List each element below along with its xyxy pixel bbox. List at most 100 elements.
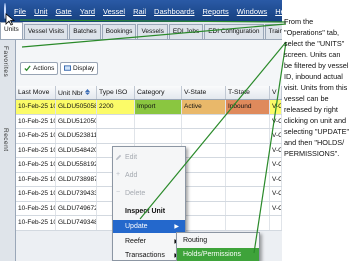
menu-item-add[interactable]: + Add [113, 169, 185, 182]
table-cell: 10-Feb-25 1020 [16, 143, 56, 157]
table-cell: 10-Feb-25 1022 [16, 187, 56, 201]
menu-reports[interactable]: Reports [198, 7, 232, 16]
menu-item-transactions-label: Transactions [125, 252, 165, 259]
instruction-annotation: From the "Operations" tab, select the "U… [284, 17, 350, 158]
table-cell: GLDU7493487 [56, 216, 97, 230]
table-row[interactable]: 10-Feb-25 1018GLDU5120503 V-C [16, 114, 282, 129]
favorites-tab[interactable]: Favorites [2, 46, 9, 77]
menu-rail[interactable]: Rail [129, 7, 150, 16]
table-cell [182, 201, 226, 215]
col-last-move[interactable]: Last Move [16, 86, 56, 99]
table-cell: V-C [270, 201, 282, 215]
menu-file[interactable]: File [10, 7, 30, 16]
table-cell [97, 114, 135, 128]
table-cell: 10-Feb-25 1021 [16, 216, 56, 230]
table-cell: GLDU5120503 [56, 114, 97, 128]
menu-windows[interactable]: Windows [233, 7, 271, 16]
table-cell: 10-Feb-25 1018 [16, 129, 56, 143]
table-cell [226, 172, 270, 186]
col-v-state[interactable]: V-State [182, 86, 226, 99]
menu-dashboards[interactable]: Dashboards [150, 7, 198, 16]
col-v[interactable]: V [270, 86, 282, 99]
table-cell: Active [182, 100, 226, 114]
plus-icon: + [116, 171, 121, 178]
tab-units[interactable]: Units [0, 22, 23, 39]
submenu-arrow-icon: ▶ [174, 224, 179, 230]
table-cell: V-C [270, 143, 282, 157]
table-cell: Inbound [226, 100, 270, 114]
table-cell: 10-Feb-25 1019 [16, 158, 56, 172]
table-cell: V-C [270, 172, 282, 186]
display-button[interactable]: Display [60, 62, 99, 75]
minus-icon: − [116, 189, 121, 196]
tab-train-visits[interactable]: Train Visits [264, 24, 282, 39]
table-cell: GLDU5581927 [56, 158, 97, 172]
tab-bookings[interactable]: Bookings [101, 24, 137, 39]
tab-edi-jobs[interactable]: EDI Jobs [168, 24, 204, 39]
table-cell [226, 201, 270, 215]
table-cell [270, 216, 282, 230]
side-panel: Favorites Recent [0, 40, 16, 261]
menu-item-reefer-label: Reefer [125, 238, 147, 245]
table-row[interactable]: 10-Feb-25 1018GLDU5238116 V-C [16, 129, 282, 144]
menu-yard[interactable]: Yard [76, 7, 99, 16]
table-cell: GLDU7389873 [56, 172, 97, 186]
menu-item-reefer[interactable]: Reefer ▶ [113, 235, 185, 248]
table-cell: Import [135, 100, 182, 114]
table-cell [226, 158, 270, 172]
table-cell: 10-Feb-25 1018 [16, 114, 56, 128]
menu-item-edit[interactable]: Edit [113, 151, 185, 164]
pencil-icon [116, 154, 122, 160]
menu-unit[interactable]: Unit [30, 7, 51, 16]
actions-label: Actions [33, 65, 55, 72]
table-cell [226, 114, 270, 128]
table-cell: 10-Feb-25 1018 [16, 201, 56, 215]
tab-vessel-visits[interactable]: Vessel Visits [23, 24, 69, 39]
update-submenu: Routing Holds/Permissions [176, 232, 260, 261]
context-menu: Edit + Add − Delete Inspect Unit Update … [112, 146, 186, 261]
menu-item-update-label: Update [125, 223, 148, 230]
col-t-state[interactable]: T-State [226, 86, 270, 99]
table-cell [182, 143, 226, 157]
table-cell: GLDU5484207 [56, 143, 97, 157]
table-cell: GLDU5238116 [56, 129, 97, 143]
menu-item-delete-label: Delete [125, 190, 146, 197]
table-cell: GLDU5050582 [56, 100, 97, 114]
menu-item-edit-label: Edit [125, 154, 138, 161]
menu-vessel[interactable]: Vessel [99, 7, 129, 16]
submenu-item-holds-permissions[interactable]: Holds/Permissions [177, 248, 259, 261]
col-unit-nbr-label: Unit Nbr [58, 90, 83, 97]
actions-icon [24, 65, 31, 72]
menu-help[interactable]: Help [271, 7, 282, 16]
menu-bar: File Unit Gate Yard Vessel Rail Dashboar… [0, 0, 282, 22]
col-category[interactable]: Category [135, 86, 182, 99]
menu-item-update[interactable]: Update ▶ [113, 220, 185, 233]
menu-gate[interactable]: Gate [51, 7, 75, 16]
table-row[interactable]: 10-Feb-25 1023GLDU50505822200ImportActiv… [16, 100, 282, 115]
actions-button[interactable]: Actions [20, 62, 59, 75]
table-cell [97, 129, 135, 143]
tab-edi-configuration[interactable]: EDI Configuration [204, 24, 264, 39]
app-window: File Unit Gate Yard Vessel Rail Dashboar… [0, 0, 282, 261]
menu-item-inspect-unit[interactable]: Inspect Unit [113, 205, 185, 218]
submenu-item-routing[interactable]: Routing [177, 234, 259, 247]
table-cell [135, 129, 182, 143]
menu-item-transactions[interactable]: Transactions ▶ [113, 249, 185, 261]
table-cell [182, 158, 226, 172]
tab-vessels[interactable]: Vessels [137, 24, 168, 39]
sort-icon [84, 89, 90, 95]
table-cell: V-C [270, 158, 282, 172]
tab-batches[interactable]: Batches [69, 24, 101, 39]
table-cell: V-C [270, 129, 282, 143]
table-cell [226, 187, 270, 201]
table-cell [226, 143, 270, 157]
table-cell [226, 216, 270, 230]
table-cell: 10-Feb-25 1023 [16, 100, 56, 114]
col-unit-nbr[interactable]: Unit Nbr [56, 86, 97, 99]
recent-tab[interactable]: Recent [2, 128, 9, 152]
table-header: Last Move Unit Nbr Type ISO Category V-S… [16, 86, 282, 100]
col-type-iso[interactable]: Type ISO [97, 86, 135, 99]
table-cell: V-C [270, 114, 282, 128]
menu-item-delete[interactable]: − Delete [113, 187, 185, 200]
table-cell: 10-Feb-25 1018 [16, 172, 56, 186]
